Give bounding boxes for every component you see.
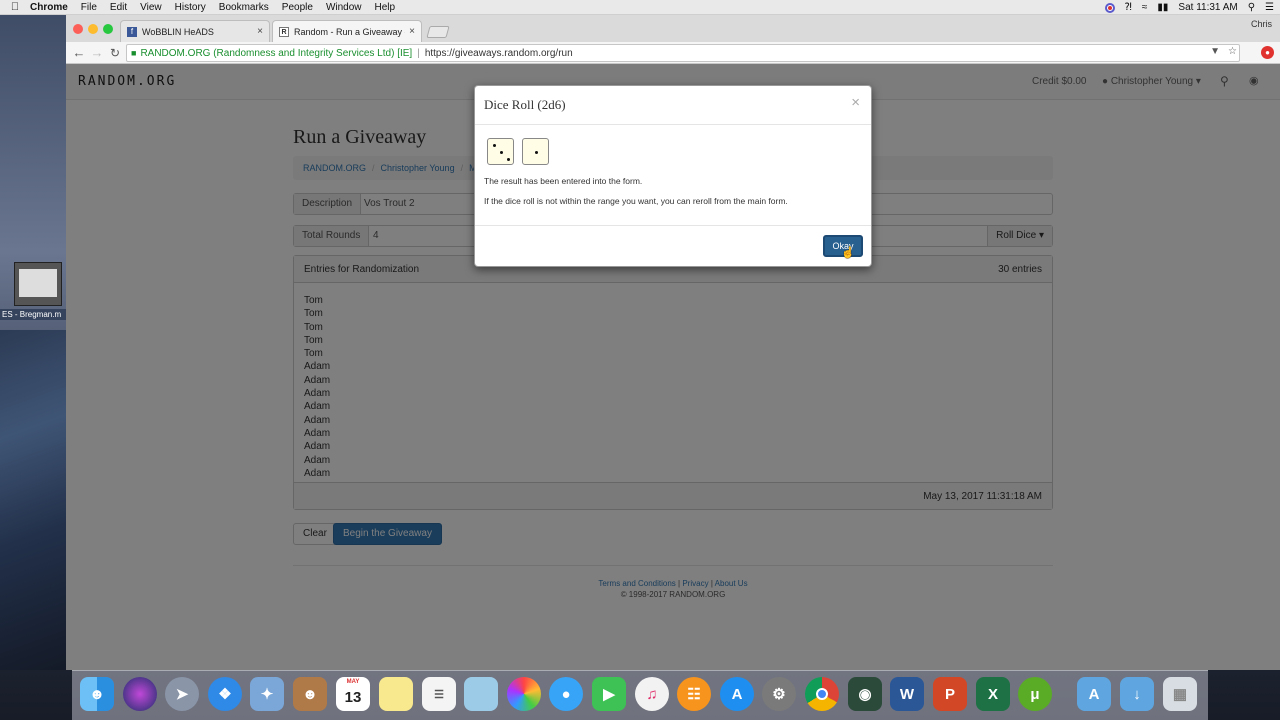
dock-notes-icon[interactable] [379,677,413,711]
back-icon[interactable]: ← [72,45,86,61]
dock-calendar-icon[interactable]: MAY 13 [336,677,370,711]
chrome-center-icon [816,688,828,700]
close-icon[interactable]: × [851,94,860,111]
tab-title: WoBBLIN HeADS [142,26,214,37]
battery-icon[interactable]: ▮▮ [1157,2,1168,13]
dock: ☻ ➤ ❖ ✦ ☻ MAY 13 ☰ ● ▶ ♫ ☷ A ⚙ ◉ W P X μ… [72,670,1208,720]
tab-random-org[interactable]: R Random - Run a Giveaway - RANDOM.ORG × [272,20,422,42]
dock-applications-folder-icon[interactable]: A [1077,677,1111,711]
menubar:  Chrome File Edit View History Bookmark… [0,0,1280,15]
dock-utorrent-icon[interactable]: μ [1018,677,1052,711]
menu-window[interactable]: Window [326,2,362,13]
dock-word-icon[interactable]: W [890,677,924,711]
ev-certificate-label: RANDOM.ORG (Randomness and Integrity Ser… [140,47,413,59]
spotlight-icon[interactable]: ⚲ [1248,2,1255,13]
die-pip [535,151,538,154]
dice-roll-dialog: Dice Roll (2d6) × The result has been en… [474,85,872,267]
dock-itunes-icon[interactable]: ♫ [635,677,669,711]
close-tab-icon[interactable]: × [409,26,415,37]
dock-excel-icon[interactable]: X [976,677,1010,711]
dock-safari-icon[interactable]: ❖ [208,677,242,711]
die-pip [500,151,503,154]
browser-window: f WoBBLIN HeADS × R Random - Run a Givea… [66,15,1280,670]
dock-launchpad-icon[interactable]: ➤ [165,677,199,711]
facebook-icon: f [127,26,137,37]
die-2 [522,138,549,165]
die-1 [487,138,514,165]
notification-center-icon[interactable]: ☰ [1265,2,1274,13]
bookmark-star-icon[interactable]: ☆ [1228,46,1237,57]
minimize-window-button[interactable] [88,24,98,34]
dialog-header: Dice Roll (2d6) × [475,86,871,125]
tab-bar: f WoBBLIN HeADS × R Random - Run a Givea… [66,15,1280,42]
dock-facetime-icon[interactable]: ▶ [592,677,626,711]
tab-wobblin-heads[interactable]: f WoBBLIN HeADS × [120,20,270,42]
close-tab-icon[interactable]: × [257,26,263,37]
dock-mail-icon[interactable]: ✦ [250,677,284,711]
zoom-window-button[interactable] [103,24,113,34]
dock-siri-icon[interactable] [123,677,157,711]
menu-history[interactable]: History [175,2,206,13]
desktop-file-thumbnail [19,269,57,297]
desktop-file-label[interactable]: ES - Bregman.m [0,309,66,320]
dock-system-preferences-icon[interactable]: ⚙ [762,677,796,711]
reload-icon[interactable]: ↻ [108,45,122,61]
desktop-wallpaper [0,330,66,670]
die-pip [507,158,510,161]
apple-icon[interactable]:  [0,1,30,13]
calendar-month: MAY [346,679,360,685]
recording-icon[interactable] [1104,2,1115,13]
dock-downloads-folder-icon[interactable]: ↓ [1120,677,1154,711]
dock-preview-icon[interactable] [464,677,498,711]
clock[interactable]: Sat 11:31 AM [1178,2,1237,13]
dialog-title: Dice Roll (2d6) [484,97,566,112]
address-bar[interactable]: ■ RANDOM.ORG (Randomness and Integrity S… [126,44,1240,62]
profile-name[interactable]: Chris [1251,19,1272,29]
address-separator: | [417,47,420,59]
dock-contacts-icon[interactable]: ☻ [293,677,327,711]
forward-icon[interactable]: → [90,45,104,61]
menu-app[interactable]: Chrome [30,2,68,13]
browser-toolbar: ← → ↻ ■ RANDOM.ORG (Randomness and Integ… [66,42,1280,64]
dock-chrome-icon[interactable] [805,677,839,711]
dock-reminders-icon[interactable]: ☰ [422,677,456,711]
menu-help[interactable]: Help [375,2,396,13]
menu-people[interactable]: People [282,2,313,13]
adblock-icon[interactable]: ● [1261,46,1274,59]
new-tab-button[interactable] [426,26,450,38]
lock-icon: ■ [131,48,137,58]
dock-video-recorder-icon[interactable]: ◉ [848,677,882,711]
close-window-button[interactable] [73,24,83,34]
dialog-footer: Okay ☝ [475,225,871,267]
dialog-reroll-note: If the dice roll is not within the range… [484,196,788,206]
menu-view[interactable]: View [140,2,162,13]
dock-powerpoint-icon[interactable]: P [933,677,967,711]
menu-bookmarks[interactable]: Bookmarks [219,2,269,13]
desktop-file-icon[interactable] [14,262,62,306]
url-text: https://giveaways.random.org/run [424,47,573,59]
bluetooth-icon[interactable]: ⁈ [1125,2,1132,13]
dock-ibooks-icon[interactable]: ☷ [677,677,711,711]
menu-file[interactable]: File [81,2,97,13]
web-page: RANDOM.ORG Credit $0.00 ● Christopher Yo… [66,64,1280,670]
extension-icon[interactable]: ▼ [1210,46,1220,57]
dock-app-store-icon[interactable]: A [720,677,754,711]
dock-messages-icon[interactable]: ● [549,677,583,711]
dock-photos-icon[interactable] [507,677,541,711]
dock-finder-icon[interactable]: ☻ [80,677,114,711]
menu-edit[interactable]: Edit [110,2,127,13]
dock-trash-icon[interactable]: ▦ [1163,677,1197,711]
random-org-icon: R [279,26,289,37]
calendar-day: 13 [344,688,362,706]
wifi-icon[interactable]: ≈ [1142,2,1148,13]
pointer-cursor-icon: ☝ [841,247,855,259]
tab-title: Random - Run a Giveaway - RANDOM.ORG [294,26,405,37]
die-pip [493,144,496,147]
dialog-message: The result has been entered into the for… [484,176,643,186]
